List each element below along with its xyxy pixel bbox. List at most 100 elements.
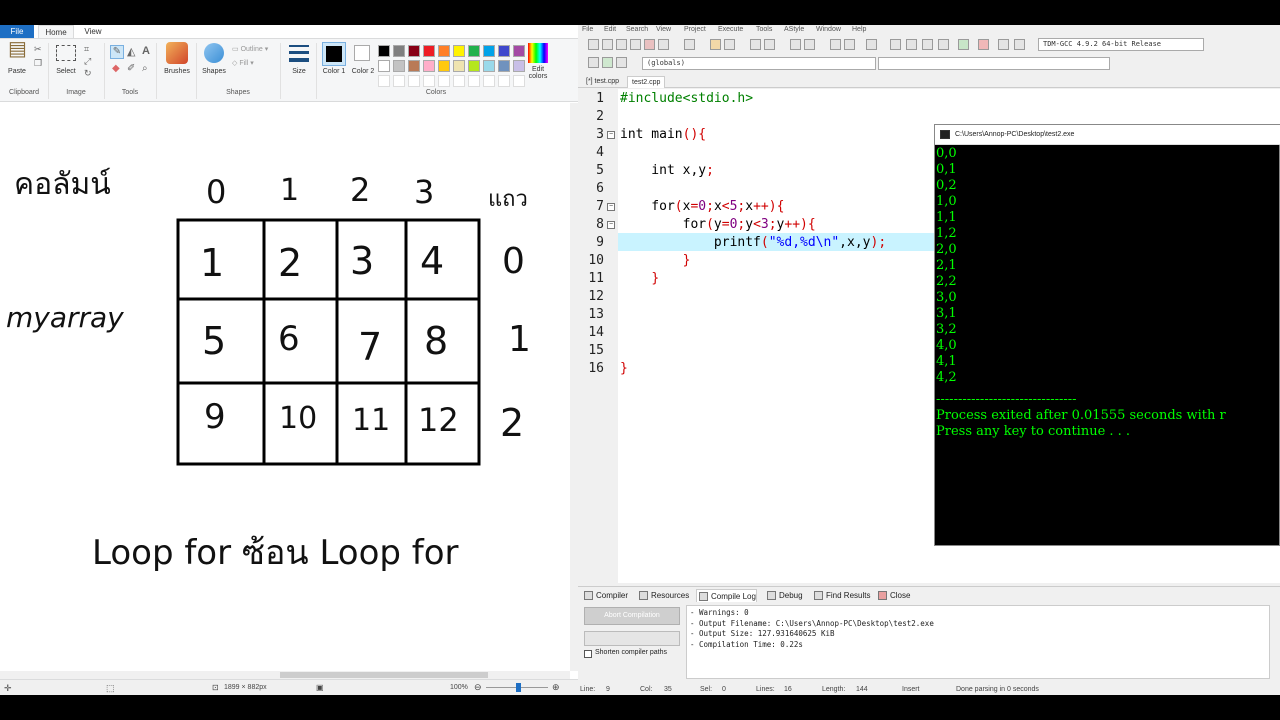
palette-swatch[interactable] [498, 45, 510, 57]
menu-execute[interactable]: Execute [718, 26, 743, 33]
select-button[interactable]: Select [52, 68, 80, 75]
compile-log-scrollbar[interactable] [1270, 605, 1280, 679]
palette-swatch[interactable] [408, 60, 420, 72]
text-tool-icon[interactable]: A [142, 45, 150, 57]
layout-icon[interactable] [890, 39, 901, 50]
palette-swatch[interactable] [498, 60, 510, 72]
select-icon[interactable] [56, 45, 76, 61]
fold-toggle-icon[interactable]: − [607, 203, 615, 211]
tab-home[interactable]: Home [38, 25, 74, 38]
eraser-icon[interactable]: ◆ [112, 63, 120, 75]
abort-compilation-button[interactable]: Abort Compilation [584, 607, 680, 625]
fill-dropdown[interactable]: ◇ Fill ▾ [232, 59, 276, 67]
save-icon[interactable] [616, 39, 627, 50]
function-select[interactable] [878, 57, 1110, 70]
copy-icon[interactable]: ❐ [34, 57, 42, 69]
palette-swatch[interactable] [438, 60, 450, 72]
cut-icon[interactable]: ✂ [34, 43, 42, 55]
scope-select[interactable]: (globals) [642, 57, 876, 70]
tab-test2-cpp[interactable]: test2.cpp [627, 76, 666, 88]
palette-swatch[interactable] [483, 45, 495, 57]
new-file-icon[interactable] [588, 39, 599, 50]
layout3-icon[interactable] [922, 39, 933, 50]
palette-swatch[interactable] [378, 45, 390, 57]
console-window[interactable]: C:\Users\Annop-PC\Desktop\test2.exe 0,0 0… [934, 124, 1280, 546]
replace-icon[interactable] [764, 39, 775, 50]
brushes-icon[interactable] [166, 42, 188, 64]
tab-debug[interactable]: Debug [765, 589, 803, 602]
back-icon[interactable] [830, 39, 841, 50]
compile-log-output[interactable]: - Warnings: 0- Output Filename: C:\Users… [686, 605, 1270, 679]
scrollbar-thumb[interactable] [280, 672, 488, 678]
custom-color-slot[interactable] [438, 75, 450, 87]
close-all-icon[interactable] [658, 39, 669, 50]
edit-colors-icon[interactable] [528, 43, 548, 63]
zoom-slider-thumb[interactable] [516, 683, 521, 692]
brushes-button[interactable]: Brushes [158, 68, 196, 75]
custom-color-slot[interactable] [453, 75, 465, 87]
canvas-horizontal-scrollbar[interactable] [0, 671, 570, 679]
zoom-in-button[interactable]: ⊕ [552, 682, 560, 693]
palette-swatch[interactable] [408, 45, 420, 57]
custom-color-slot[interactable] [378, 75, 390, 87]
custom-color-slot[interactable] [483, 75, 495, 87]
custom-color-slot[interactable] [408, 75, 420, 87]
shapes-icon[interactable] [204, 43, 224, 63]
palette-swatch[interactable] [393, 45, 405, 57]
tab-view[interactable]: View [78, 25, 108, 38]
compile-check-icon[interactable] [958, 39, 969, 50]
palette-swatch[interactable] [453, 60, 465, 72]
open-file-icon[interactable] [602, 39, 613, 50]
crop-icon[interactable]: ⌗ [84, 43, 89, 55]
menu-file[interactable]: File [582, 26, 593, 33]
palette-swatch[interactable] [423, 60, 435, 72]
custom-color-slot[interactable] [468, 75, 480, 87]
tab-compile-log[interactable]: Compile Log [696, 589, 757, 602]
chart-icon[interactable] [998, 39, 1009, 50]
console-titlebar[interactable]: C:\Users\Annop-PC\Desktop\test2.exe [935, 125, 1280, 145]
layout2-icon[interactable] [906, 39, 917, 50]
profile-icon[interactable] [1014, 39, 1025, 50]
canvas-vertical-scrollbar[interactable] [570, 103, 578, 671]
custom-color-slot[interactable] [423, 75, 435, 87]
menu-help[interactable]: Help [852, 26, 866, 33]
menu-view[interactable]: View [656, 26, 671, 33]
save-all-icon[interactable] [630, 39, 641, 50]
fold-toggle-icon[interactable]: − [607, 131, 615, 139]
stop-icon[interactable] [978, 39, 989, 50]
palette-swatch[interactable] [423, 45, 435, 57]
magnifier-icon[interactable]: ⌕ [142, 63, 148, 75]
fold-toggle-icon[interactable]: − [607, 221, 615, 229]
palette-swatch[interactable] [438, 45, 450, 57]
debug-icon[interactable] [616, 57, 627, 68]
rotate-icon[interactable]: ↻ [84, 67, 92, 79]
menu-astyle[interactable]: AStyle [784, 26, 804, 33]
tab-resources[interactable]: Resources [637, 589, 689, 602]
zoom-out-button[interactable]: ⊖ [474, 682, 482, 693]
bookmark-icon[interactable] [804, 39, 815, 50]
paste-icon[interactable]: ▤ [8, 39, 27, 59]
palette-swatch[interactable] [393, 60, 405, 72]
tab-find-results[interactable]: Find Results [812, 589, 870, 602]
layout4-icon[interactable] [938, 39, 949, 50]
palette-swatch[interactable] [468, 45, 480, 57]
palette-swatch[interactable] [468, 60, 480, 72]
tab-close[interactable]: Close [876, 589, 910, 602]
menu-tools[interactable]: Tools [756, 26, 772, 33]
palette-swatch[interactable] [453, 45, 465, 57]
outline-dropdown[interactable]: ▭ Outline ▾ [232, 45, 276, 53]
find-icon[interactable] [750, 39, 761, 50]
edit-colors-button[interactable]: Edit colors [522, 66, 554, 80]
tab-file[interactable]: File [0, 25, 34, 38]
menu-search[interactable]: Search [626, 26, 648, 33]
palette-swatch[interactable] [513, 60, 525, 72]
custom-color-slot[interactable] [513, 75, 525, 87]
forward-icon[interactable] [844, 39, 855, 50]
shorten-paths-checkbox[interactable] [584, 650, 592, 658]
print-icon[interactable] [684, 39, 695, 50]
palette-swatch[interactable] [483, 60, 495, 72]
menu-window[interactable]: Window [816, 26, 841, 33]
menu-edit[interactable]: Edit [604, 26, 616, 33]
size-button[interactable]: Size [284, 68, 314, 75]
drawing-canvas[interactable]: คอลัมน์ แถว myarray 0 1 2 3 1 2 3 4 5 6 … [0, 103, 570, 671]
